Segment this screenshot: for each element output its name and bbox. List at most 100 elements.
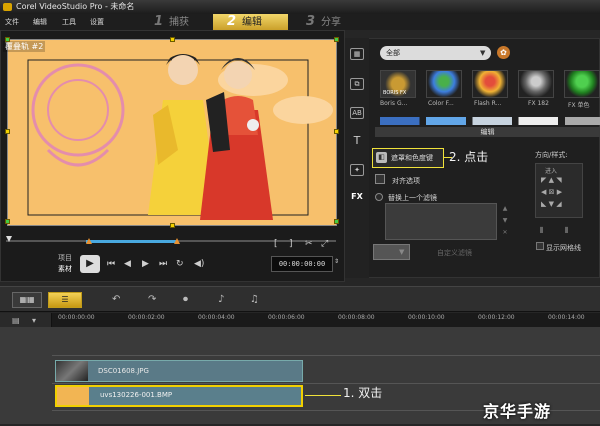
step-tab-edit[interactable]: 2 编辑 (213, 14, 288, 30)
corner-handle[interactable] (334, 219, 339, 224)
menu-tools[interactable]: 工具 (62, 17, 76, 27)
audio-mixer-icon[interactable]: ♪ (218, 294, 224, 305)
cut-icon[interactable]: ✂ (305, 239, 313, 249)
clip-thumbnail (56, 361, 88, 381)
transition-icon[interactable]: ⧉ (350, 78, 364, 90)
prev-frame-icon[interactable]: ◀ (124, 259, 131, 269)
expand-icon[interactable]: ⤢ (321, 239, 328, 249)
menu-edit[interactable]: 编辑 (33, 17, 47, 27)
timecode-display[interactable]: 00:00:00:00 (271, 256, 333, 272)
filter-thumb[interactable] (518, 70, 554, 98)
storyboard-view-button[interactable]: ▦▦ (12, 292, 42, 308)
corner-handle[interactable] (334, 37, 339, 42)
play-button[interactable]: ▶ (80, 255, 100, 273)
align-options-label[interactable]: 对齐选项 (392, 176, 420, 186)
show-grid-checkbox[interactable] (536, 242, 544, 250)
home-icon[interactable]: ⏮ (107, 259, 115, 269)
fade-in-icon[interactable]: ⫴ (540, 226, 543, 236)
track-divider (52, 383, 600, 384)
clip-name: uvs130226-001.BMP (100, 391, 173, 399)
fade-out-icon[interactable]: ⫴ (565, 226, 568, 236)
text-icon[interactable]: T (350, 135, 364, 148)
window-title: Corel VideoStudio Pro - 未命名 (16, 2, 135, 11)
annotation-step2: 2. 点击 (449, 150, 489, 164)
arrow-icon[interactable]: ◣ ▼ ◢ (541, 200, 562, 208)
app-logo-icon (3, 3, 12, 11)
filter-label: Color F... (428, 100, 454, 107)
filter-list-controls[interactable]: ▲ ▼ ✕ (500, 203, 510, 240)
ruler-tick: 00:00:02:00 (128, 314, 165, 321)
fx-icon[interactable]: FX (350, 192, 364, 204)
filter-thumb[interactable] (472, 70, 508, 98)
step-tab-share[interactable]: 3 分享 (292, 14, 362, 30)
record-capture-icon[interactable]: ⏺ (183, 294, 188, 305)
chapter-icon[interactable]: ▾ (32, 316, 36, 325)
thumb-row-partial (380, 117, 600, 125)
mask-icon: ◧ (376, 152, 387, 163)
track-manager-icon[interactable]: ▤ (12, 316, 20, 325)
clip-label[interactable]: 素材 (58, 264, 72, 274)
media-icon[interactable]: ▦ (350, 48, 364, 60)
ruler-tick: 00:00:04:00 (198, 314, 235, 321)
edit-tab[interactable]: 编辑 (375, 127, 600, 137)
ruler-tick: 00:00:10:00 (408, 314, 445, 321)
arrow-icon[interactable]: ◀ ⊠ ▶ (541, 188, 562, 196)
watermark: 京华手游 (483, 402, 552, 421)
filter-thumb[interactable]: BORIS FX (380, 70, 416, 98)
resize-handle[interactable] (5, 129, 10, 134)
resize-handle[interactable] (170, 223, 175, 228)
overlay-track-label: 覆叠轨 #2 (3, 41, 46, 52)
library-options-icon[interactable]: ✿ (497, 46, 510, 59)
timeline-clip-selected[interactable] (55, 385, 303, 407)
ruler-tick: 00:00:14:00 (548, 314, 585, 321)
bracket-out-icon[interactable]: ] (289, 239, 293, 249)
timeline-ruler[interactable]: 00:00:00:00 00:00:02:00 00:00:04:00 00:0… (52, 313, 600, 327)
project-label[interactable]: 项目 (58, 253, 72, 263)
timecode-spinner-icon[interactable]: ⇕ (334, 258, 339, 265)
direction-style-label: 方向/样式: (535, 151, 568, 159)
enter-label: 进入 (545, 168, 558, 175)
chevron-down-icon[interactable]: ▼ (399, 248, 404, 256)
undo-icon[interactable]: ↶ (112, 294, 120, 305)
menu-settings[interactable]: 设置 (90, 17, 104, 27)
show-grid-label[interactable]: 显示网格线 (546, 243, 581, 253)
end-icon[interactable]: ⏭ (159, 259, 167, 269)
filter-label: Flash R... (474, 100, 502, 107)
preview-window[interactable] (7, 39, 337, 226)
preview-image (8, 40, 336, 225)
corner-handle[interactable] (5, 219, 10, 224)
next-frame-icon[interactable]: ▶ (142, 259, 149, 269)
volume-icon[interactable]: ◀) (194, 259, 204, 269)
chevron-down-icon[interactable]: ▼ (480, 46, 490, 60)
scrub-bar[interactable] (6, 234, 336, 244)
menu-file[interactable]: 文件 (5, 17, 19, 27)
auto-music-icon[interactable]: ♫ (250, 294, 259, 305)
repeat-icon[interactable]: ↻ (176, 259, 184, 269)
annotation-arrow (305, 395, 341, 396)
clip-name: DSC01608.JPG (98, 367, 149, 375)
title-bar: Corel VideoStudio Pro - 未命名 (0, 0, 600, 14)
corner-handle[interactable] (5, 37, 10, 42)
bracket-in-icon[interactable]: [ (274, 239, 278, 249)
filter-list[interactable] (385, 203, 497, 240)
timeline-clip[interactable] (55, 360, 303, 382)
replace-filter-label[interactable]: 替换上一个滤镜 (388, 193, 437, 203)
replace-filter-checkbox[interactable] (375, 193, 383, 201)
redo-icon[interactable]: ↷ (148, 294, 156, 305)
filter-thumb[interactable] (426, 70, 462, 98)
step-tab-capture[interactable]: 1 捕获 (140, 14, 208, 30)
align-options-icon[interactable] (375, 174, 385, 184)
filter-preset-dropdown[interactable] (373, 244, 410, 260)
direction-pad[interactable]: 进入 ◤ ▲ ◥ ◀ ⊠ ▶ ◣ ▼ ◢ (535, 163, 583, 218)
resize-handle[interactable] (170, 37, 175, 42)
library-category-dropdown[interactable]: 全部 (380, 46, 491, 60)
title-icon[interactable]: AB (350, 107, 364, 119)
timeline-view-button[interactable]: ☰ (48, 292, 82, 308)
timeline-toolbar (0, 286, 600, 312)
arrow-icon[interactable]: ◤ ▲ ◥ (541, 176, 562, 184)
resize-handle[interactable] (334, 129, 339, 134)
boris-fx-label: BORIS FX (383, 90, 407, 96)
filter-thumb[interactable] (564, 70, 600, 98)
graphic-icon[interactable]: ✦ (350, 164, 364, 176)
custom-filter-button[interactable]: 自定义滤镜 (437, 248, 472, 258)
